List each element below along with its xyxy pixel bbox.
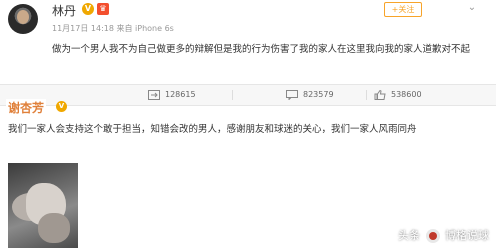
comment-icon	[286, 90, 298, 100]
repost-button[interactable]: 128615	[148, 90, 196, 101]
like-button[interactable]: 538600	[374, 90, 422, 101]
repost-icon	[148, 90, 160, 100]
like-count: 538600	[391, 90, 422, 99]
comment-count: 823579	[303, 90, 334, 99]
chevron-down-icon[interactable]: ⌄	[462, 0, 482, 16]
watermark-prefix: 头条	[398, 229, 420, 242]
hands-image	[38, 213, 70, 243]
post1-meta: 11月17日 14:18 来自 iPhone 6s	[52, 24, 174, 33]
weibo-post-1: 林丹 V ♛ 11月17日 14:18 来自 iPhone 6s +关注 ⌄ 做…	[0, 0, 496, 84]
comment-button[interactable]: 823579	[286, 90, 334, 101]
thumbs-up-icon	[374, 90, 386, 100]
verified-badge-icon: V	[56, 101, 67, 112]
repost-count: 128615	[165, 90, 196, 99]
watermark-account: 博格说球	[445, 229, 489, 242]
divider	[0, 105, 496, 106]
post2-text: 我们一家人会支持这个敢于担当，知错会改的男人，感谢朋友和球迷的关心，我们一家人风…	[8, 124, 417, 135]
action-bar: 128615 823579 538600	[0, 85, 496, 105]
watermark: 头条 博格说球	[398, 226, 489, 246]
divider	[232, 90, 233, 100]
follow-button[interactable]: +关注	[384, 2, 422, 17]
member-crown-icon: ♛	[97, 3, 109, 15]
account-logo-icon	[425, 229, 440, 243]
post2-photo[interactable]	[8, 163, 78, 248]
post1-text: 做为一个男人我不为自己做更多的辩解但是我的行为伤害了我的家人在这里我向我的家人道…	[52, 44, 471, 55]
divider	[366, 90, 367, 100]
avatar[interactable]	[8, 4, 38, 34]
post1-username[interactable]: 林丹	[52, 2, 76, 19]
verified-badge-icon: V	[82, 3, 94, 15]
post2-username[interactable]: 谢杏芳	[6, 99, 47, 116]
